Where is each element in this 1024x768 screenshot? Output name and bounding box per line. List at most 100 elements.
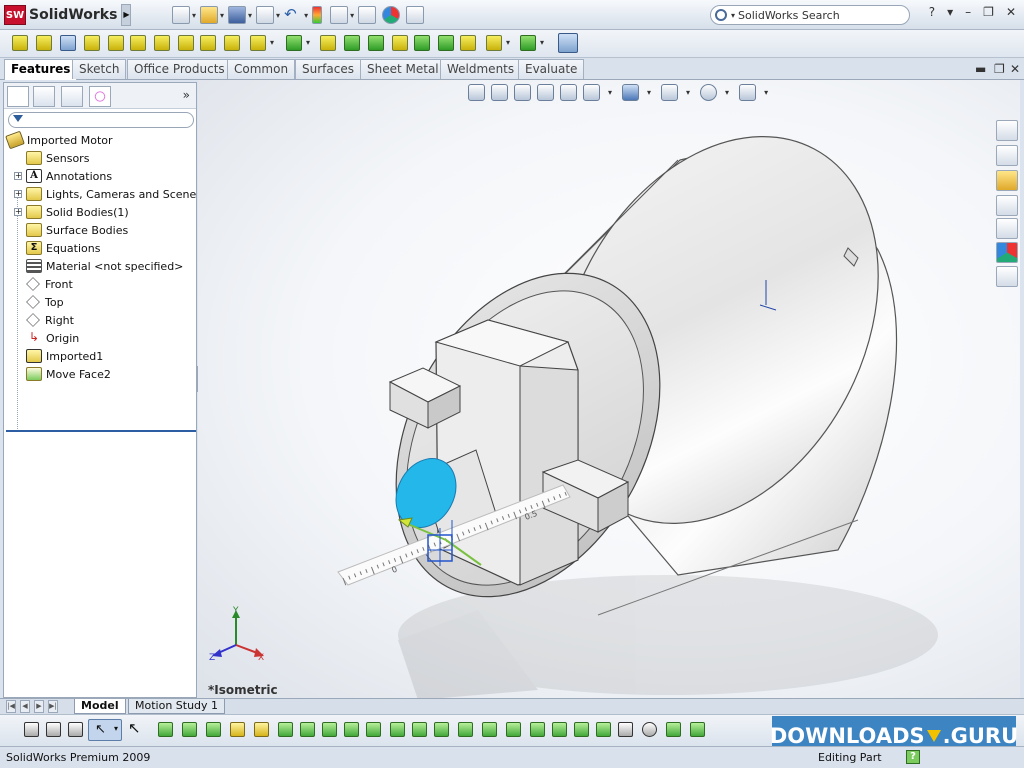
expand-panel-icon[interactable]: » bbox=[183, 88, 190, 102]
draft-icon[interactable] bbox=[344, 35, 360, 51]
zoom-to-area-icon[interactable] bbox=[491, 84, 508, 101]
chevron-down-icon[interactable]: ▾ bbox=[764, 88, 768, 97]
swept-boss-icon[interactable] bbox=[60, 35, 76, 51]
wrap-icon[interactable] bbox=[414, 35, 430, 51]
chevron-down-icon[interactable]: ▾ bbox=[192, 11, 196, 20]
tree-item-annotations[interactable]: + A Annotations bbox=[14, 167, 112, 185]
file-explorer-icon[interactable] bbox=[996, 170, 1018, 191]
revolved-boss-icon[interactable] bbox=[36, 35, 52, 51]
tab-sheet-metal[interactable]: Sheet Metal bbox=[360, 59, 446, 79]
restore-button[interactable]: ❐ bbox=[983, 5, 994, 19]
filter-sketch-points-icon[interactable] bbox=[322, 722, 337, 737]
filter-toggle-icon[interactable] bbox=[24, 722, 39, 737]
print-icon[interactable] bbox=[256, 6, 275, 24]
lofted-boss-icon[interactable] bbox=[84, 35, 100, 51]
minimize-document-icon[interactable]: ▬ bbox=[975, 62, 986, 76]
tab-model[interactable]: Model bbox=[74, 699, 126, 714]
dimxpert-tab-icon[interactable] bbox=[89, 86, 111, 107]
rollback-bar[interactable] bbox=[6, 430, 196, 432]
filter-connection-points-icon[interactable] bbox=[666, 722, 681, 737]
chevron-down-icon[interactable]: ▾ bbox=[686, 88, 690, 97]
appearances-icon[interactable] bbox=[996, 242, 1018, 263]
chevron-down-icon[interactable]: ▾ bbox=[947, 5, 953, 19]
file-properties-icon[interactable] bbox=[330, 6, 349, 24]
open-folder-icon[interactable] bbox=[200, 6, 219, 24]
tree-item-origin[interactable]: ↳ Origin bbox=[26, 329, 79, 347]
search-results-icon[interactable] bbox=[996, 195, 1018, 216]
tab-sketch[interactable]: Sketch bbox=[72, 59, 127, 79]
close-document-icon[interactable]: ✕ bbox=[1010, 62, 1020, 76]
tab-evaluate[interactable]: Evaluate bbox=[518, 59, 585, 79]
linear-pattern-icon[interactable] bbox=[286, 35, 302, 51]
tree-item-lights-cameras-scene[interactable]: + Lights, Cameras and Scene bbox=[14, 185, 196, 203]
chevron-down-icon[interactable]: ▾ bbox=[276, 11, 280, 20]
search-input[interactable]: SolidWorks Search bbox=[738, 9, 840, 22]
tree-item-sensors[interactable]: Sensors bbox=[26, 149, 89, 167]
help-icon[interactable]: ? bbox=[906, 750, 920, 764]
revolved-cut-icon[interactable] bbox=[130, 35, 146, 51]
filter-blocks-icon[interactable] bbox=[618, 722, 633, 737]
tree-item-front-plane[interactable]: Front bbox=[26, 275, 73, 293]
filter-notes-icon[interactable] bbox=[506, 722, 521, 737]
restore-document-icon[interactable]: ❐ bbox=[994, 62, 1005, 76]
extruded-cut-icon[interactable] bbox=[108, 35, 124, 51]
tab-surfaces[interactable]: Surfaces bbox=[295, 59, 361, 79]
edit-appearance-icon[interactable] bbox=[700, 84, 718, 101]
tab-motion-study-1[interactable]: Motion Study 1 bbox=[128, 699, 226, 714]
configuration-manager-tab-icon[interactable] bbox=[61, 86, 83, 107]
tree-item-imported1[interactable]: Imported1 bbox=[26, 347, 103, 365]
tree-item-right-plane[interactable]: Right bbox=[26, 311, 74, 329]
select-pointer-icon[interactable]: ↖ bbox=[128, 719, 141, 737]
save-icon[interactable] bbox=[228, 6, 247, 24]
deform-icon[interactable] bbox=[460, 35, 476, 51]
tree-item-equations[interactable]: Σ Equations bbox=[26, 239, 100, 257]
lofted-cut-icon[interactable] bbox=[178, 35, 194, 51]
apply-scene-icon[interactable] bbox=[739, 84, 757, 101]
filter-all-icon[interactable] bbox=[68, 722, 83, 737]
chevron-down-icon[interactable]: ▾ bbox=[350, 11, 354, 20]
tab-features[interactable]: Features bbox=[4, 59, 78, 80]
filter-solid-bodies-icon[interactable] bbox=[254, 722, 269, 737]
filter-dimensions-icon[interactable] bbox=[434, 722, 449, 737]
filter-axes-icon[interactable] bbox=[278, 722, 293, 737]
filter-datum-target-icon[interactable] bbox=[574, 722, 589, 737]
filter-vertices-icon[interactable] bbox=[158, 722, 173, 737]
tab-weldments[interactable]: Weldments bbox=[440, 59, 522, 79]
filter-faces-icon[interactable] bbox=[206, 722, 221, 737]
undo-icon[interactable]: ↶ bbox=[284, 6, 302, 24]
filter-center-marks-icon[interactable] bbox=[390, 722, 405, 737]
chevron-down-icon[interactable]: ▾ bbox=[647, 88, 651, 97]
swept-cut-icon[interactable] bbox=[154, 35, 170, 51]
section-view-icon[interactable] bbox=[560, 84, 577, 101]
tree-item-move-face2[interactable]: Move Face2 bbox=[26, 365, 111, 383]
toolbox-icon[interactable] bbox=[406, 6, 425, 24]
design-library-icon[interactable] bbox=[996, 145, 1018, 166]
chevron-down-icon[interactable]: ▾ bbox=[270, 38, 274, 47]
filter-centerline-icon[interactable] bbox=[412, 722, 427, 737]
filter-datum-feature-icon[interactable] bbox=[530, 722, 545, 737]
tab-office-products[interactable]: Office Products bbox=[127, 59, 232, 79]
previous-tab-button[interactable]: ◀ bbox=[20, 700, 30, 713]
reference-geometry-icon[interactable] bbox=[486, 35, 502, 51]
chevron-down-icon[interactable]: ▾ bbox=[304, 11, 308, 20]
mirror-icon[interactable] bbox=[438, 35, 454, 51]
minimize-button[interactable]: – bbox=[965, 5, 971, 19]
view-palette-icon[interactable] bbox=[996, 218, 1018, 239]
filter-sketch-segments-icon[interactable] bbox=[344, 722, 359, 737]
close-button[interactable]: ✕ bbox=[1006, 5, 1016, 19]
tree-item-material[interactable]: Material <not specified> bbox=[26, 257, 183, 275]
previous-view-icon[interactable] bbox=[514, 84, 531, 101]
new-document-icon[interactable] bbox=[172, 6, 190, 24]
chamfer-icon[interactable] bbox=[224, 35, 240, 51]
rib-icon[interactable] bbox=[320, 35, 336, 51]
rebuild-icon[interactable] bbox=[312, 6, 323, 24]
tree-root[interactable]: Imported Motor bbox=[5, 130, 113, 150]
chevron-down-icon[interactable]: ▾ bbox=[725, 88, 729, 97]
property-manager-tab-icon[interactable] bbox=[33, 86, 55, 107]
filter-routing-points-icon[interactable] bbox=[690, 722, 705, 737]
hole-wizard-icon[interactable] bbox=[368, 35, 384, 51]
chevron-down-icon[interactable]: ▾ bbox=[114, 724, 118, 733]
chevron-down-icon[interactable]: ▾ bbox=[306, 38, 310, 47]
fillet-icon[interactable] bbox=[200, 35, 216, 51]
options-icon[interactable] bbox=[358, 6, 377, 24]
